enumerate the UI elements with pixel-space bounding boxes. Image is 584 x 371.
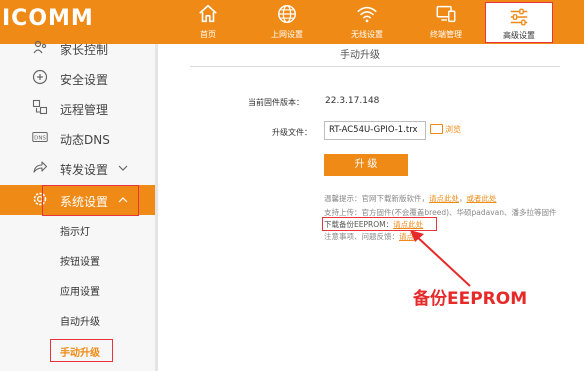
sidebar-item-parental-control[interactable]: 家长控制 <box>0 33 155 63</box>
sidebar-item-label: 转发设置 <box>60 163 109 177</box>
folder-icon <box>430 124 443 134</box>
download-link-1[interactable]: 请点此处 <box>429 194 459 203</box>
sidebar-item-security-settings[interactable]: 安全设置 <box>0 63 155 93</box>
submenu-item-indicator-light[interactable]: 指示灯 <box>0 216 155 244</box>
eeprom-callout-label: 备份EEPROM <box>413 289 528 309</box>
annotation-arrow <box>410 230 471 287</box>
submenu-item-label: 自动升级 <box>60 317 100 328</box>
note-separator: ， <box>459 194 467 203</box>
nav-item-device-management[interactable]: 终端管理 <box>413 0 479 44</box>
sidebar-item-label: 家长控制 <box>60 43 109 57</box>
parental-control-icon <box>33 40 47 54</box>
nav-label-internet-settings: 上网设置 <box>271 30 303 39</box>
sidebar-item-dynamic-dns[interactable]: DNS 动态DNS <box>0 123 155 153</box>
firmware-version-label: 当前固件版本： <box>248 98 304 107</box>
sidebar-item-remote-management[interactable]: 远程管理 <box>0 93 155 123</box>
shield-icon <box>32 69 48 85</box>
upgrade-file-input[interactable]: RT-AC54U-GPIO-1.trx <box>324 121 426 140</box>
browse-label: 浏览 <box>445 125 461 134</box>
nav-item-wireless-settings[interactable]: 无线设置 <box>334 0 400 44</box>
nav-label-advanced-settings: 高级设置 <box>503 31 535 40</box>
globe-icon <box>278 5 296 23</box>
submenu-item-button-settings[interactable]: 按钮设置 <box>0 246 155 274</box>
upgrade-button[interactable]: 升 级 <box>324 154 408 176</box>
upgrade-file-label: 升级文件： <box>272 128 312 137</box>
home-icon <box>199 4 217 23</box>
nav-label-wireless-settings: 无线设置 <box>351 30 383 39</box>
note-official-download: 温馨提示：官网下载新版软件，请点此处，或者此处 <box>324 194 497 204</box>
nav-item-advanced-settings[interactable]: 高级设置 <box>485 2 553 43</box>
nav-item-internet-settings[interactable]: 上网设置 <box>254 0 320 44</box>
remote-management-icon <box>32 99 48 115</box>
devices-icon <box>436 5 456 23</box>
highlight-box-manual-upgrade <box>50 339 113 362</box>
sliders-icon <box>510 8 528 26</box>
nav-label-home: 首页 <box>200 30 216 39</box>
note-text: 注意事项、问题反馈： <box>324 232 399 241</box>
svg-text:DNS: DNS <box>34 136 46 142</box>
sidebar-item-label: 安全设置 <box>60 73 109 87</box>
forward-icon <box>33 161 48 173</box>
title-divider <box>190 66 560 67</box>
brand-logo: ICOMM <box>2 6 94 31</box>
nav-item-home[interactable]: 首页 <box>175 0 241 44</box>
wifi-icon <box>357 6 377 23</box>
sidebar-item-label: 动态DNS <box>60 133 110 147</box>
dns-icon: DNS <box>32 132 48 142</box>
chevron-down-icon <box>118 165 128 171</box>
sidebar-item-label: 远程管理 <box>60 103 109 117</box>
sidebar-item-forwarding-settings[interactable]: 转发设置 <box>0 153 155 183</box>
page-title: 手动升级 <box>340 50 380 61</box>
submenu-item-label: 按钮设置 <box>60 257 100 268</box>
firmware-version-value: 22.3.17.148 <box>325 96 380 106</box>
submenu-item-label: 指示灯 <box>60 227 90 238</box>
note-text: 温馨提示：官网下载新版软件， <box>324 194 429 203</box>
submenu-item-label: 应用设置 <box>60 287 100 298</box>
note-text: 支持上传：官方固件(不会覆盖breed)、华硕padavan、潘多拉等固件 <box>324 208 557 217</box>
download-link-2[interactable]: 或者此处 <box>467 194 497 203</box>
highlight-box-system-settings <box>42 185 139 216</box>
submenu-item-auto-upgrade[interactable]: 自动升级 <box>0 306 155 334</box>
submenu-item-application-settings[interactable]: 应用设置 <box>0 276 155 304</box>
nav-label-device-management: 终端管理 <box>430 30 462 39</box>
